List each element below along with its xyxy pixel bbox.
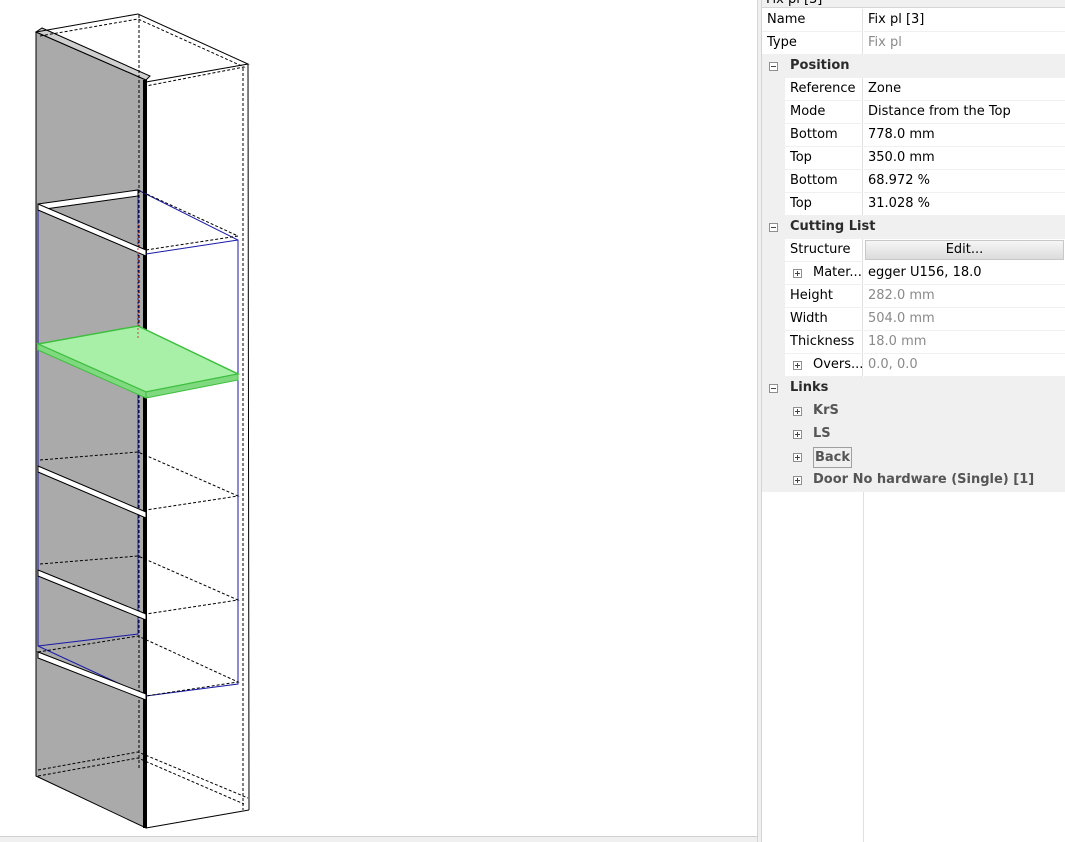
link-label: LS — [813, 426, 831, 441]
category-cutting-list[interactable]: Cutting List — [762, 216, 1065, 239]
property-value: 0.0, 0.0 — [864, 354, 1065, 377]
property-value[interactable]: Distance from the Top — [864, 101, 1065, 124]
link-item[interactable]: Back — [762, 446, 1065, 469]
link-item[interactable]: LS — [762, 423, 1065, 446]
bottom-front-edge — [145, 809, 250, 829]
property-row-top-mm[interactable]: Top 350.0 mm — [762, 147, 1065, 170]
property-label: Overs... — [762, 354, 863, 377]
cabinet-drawing[interactable] — [0, 0, 757, 836]
property-label: Name — [762, 9, 863, 32]
category-label: Cutting List — [790, 219, 876, 234]
viewport-scrollbar[interactable] — [0, 836, 757, 842]
property-label: Type — [762, 32, 863, 55]
properties-panel: Fix pl [3] Name Fix pl [3] Type Fix pl P… — [762, 0, 1065, 842]
property-label: Reference — [762, 78, 863, 101]
property-row-oversize[interactable]: Overs... 0.0, 0.0 — [762, 354, 1065, 377]
property-value[interactable]: Fix pl [3] — [864, 9, 1065, 32]
link-label: Door No hardware (Single) [1] — [813, 472, 1035, 487]
property-row-name[interactable]: Name Fix pl [3] — [762, 9, 1065, 32]
expand-icon[interactable] — [793, 407, 802, 416]
property-row-material[interactable]: Mater... egger U156, 18.0 — [762, 262, 1065, 285]
property-value[interactable]: egger U156, 18.0 — [864, 262, 1065, 285]
property-row-mode[interactable]: Mode Distance from the Top — [762, 101, 1065, 124]
property-value[interactable]: 778.0 mm — [864, 124, 1065, 147]
property-value: Fix pl — [864, 32, 1065, 55]
property-row-top-pct[interactable]: Top 31.028 % — [762, 193, 1065, 216]
zone-front-top — [145, 239, 239, 255]
link-label: KrS — [813, 403, 839, 418]
property-row-width[interactable]: Width 504.0 mm — [762, 308, 1065, 331]
right-side-outer — [247, 63, 250, 811]
property-value[interactable]: Zone — [864, 78, 1065, 101]
expand-icon[interactable] — [793, 476, 802, 485]
link-label: Back — [813, 447, 853, 468]
property-label: Bottom — [762, 170, 863, 193]
3d-viewport[interactable] — [0, 0, 757, 836]
property-label: Structure — [762, 239, 863, 262]
property-row-type[interactable]: Type Fix pl — [762, 32, 1065, 55]
panel-title: Fix pl [3] — [762, 0, 1065, 8]
property-row-reference[interactable]: Reference Zone — [762, 78, 1065, 101]
property-label: Bottom — [762, 124, 863, 147]
link-item[interactable]: KrS — [762, 400, 1065, 423]
property-value[interactable]: 68.972 % — [864, 170, 1065, 193]
property-label: Top — [762, 193, 863, 216]
expand-icon[interactable] — [793, 453, 802, 462]
category-label: Position — [790, 58, 850, 73]
category-position[interactable]: Position — [762, 55, 1065, 78]
property-row-height[interactable]: Height 282.0 mm — [762, 285, 1065, 308]
property-value: 18.0 mm — [864, 331, 1065, 354]
property-row-bottom-mm[interactable]: Bottom 778.0 mm — [762, 124, 1065, 147]
property-label: Mode — [762, 101, 863, 124]
column-divider — [863, 492, 864, 842]
expand-icon[interactable] — [793, 430, 802, 439]
property-row-thickness[interactable]: Thickness 18.0 mm — [762, 331, 1065, 354]
property-value[interactable]: 31.028 % — [864, 193, 1065, 216]
property-value: 504.0 mm — [864, 308, 1065, 331]
collapse-icon[interactable] — [769, 384, 778, 393]
edit-structure-button[interactable]: Edit... — [865, 240, 1064, 260]
property-label: Thickness — [762, 331, 863, 354]
collapse-icon[interactable] — [769, 62, 778, 71]
property-label: Top — [762, 147, 863, 170]
category-links[interactable]: Links — [762, 377, 1065, 400]
left-side-panel[interactable] — [35, 31, 147, 829]
property-row-structure[interactable]: Structure Edit... — [762, 239, 1065, 262]
collapse-icon[interactable] — [769, 223, 778, 232]
property-label: Width — [762, 308, 863, 331]
property-label: Mater... — [762, 262, 863, 285]
link-item[interactable]: Door No hardware (Single) [1] — [762, 469, 1065, 492]
category-label: Links — [790, 380, 829, 395]
property-value[interactable]: 350.0 mm — [864, 147, 1065, 170]
property-label: Height — [762, 285, 863, 308]
property-row-bottom-pct[interactable]: Bottom 68.972 % — [762, 170, 1065, 193]
property-value: 282.0 mm — [864, 285, 1065, 308]
